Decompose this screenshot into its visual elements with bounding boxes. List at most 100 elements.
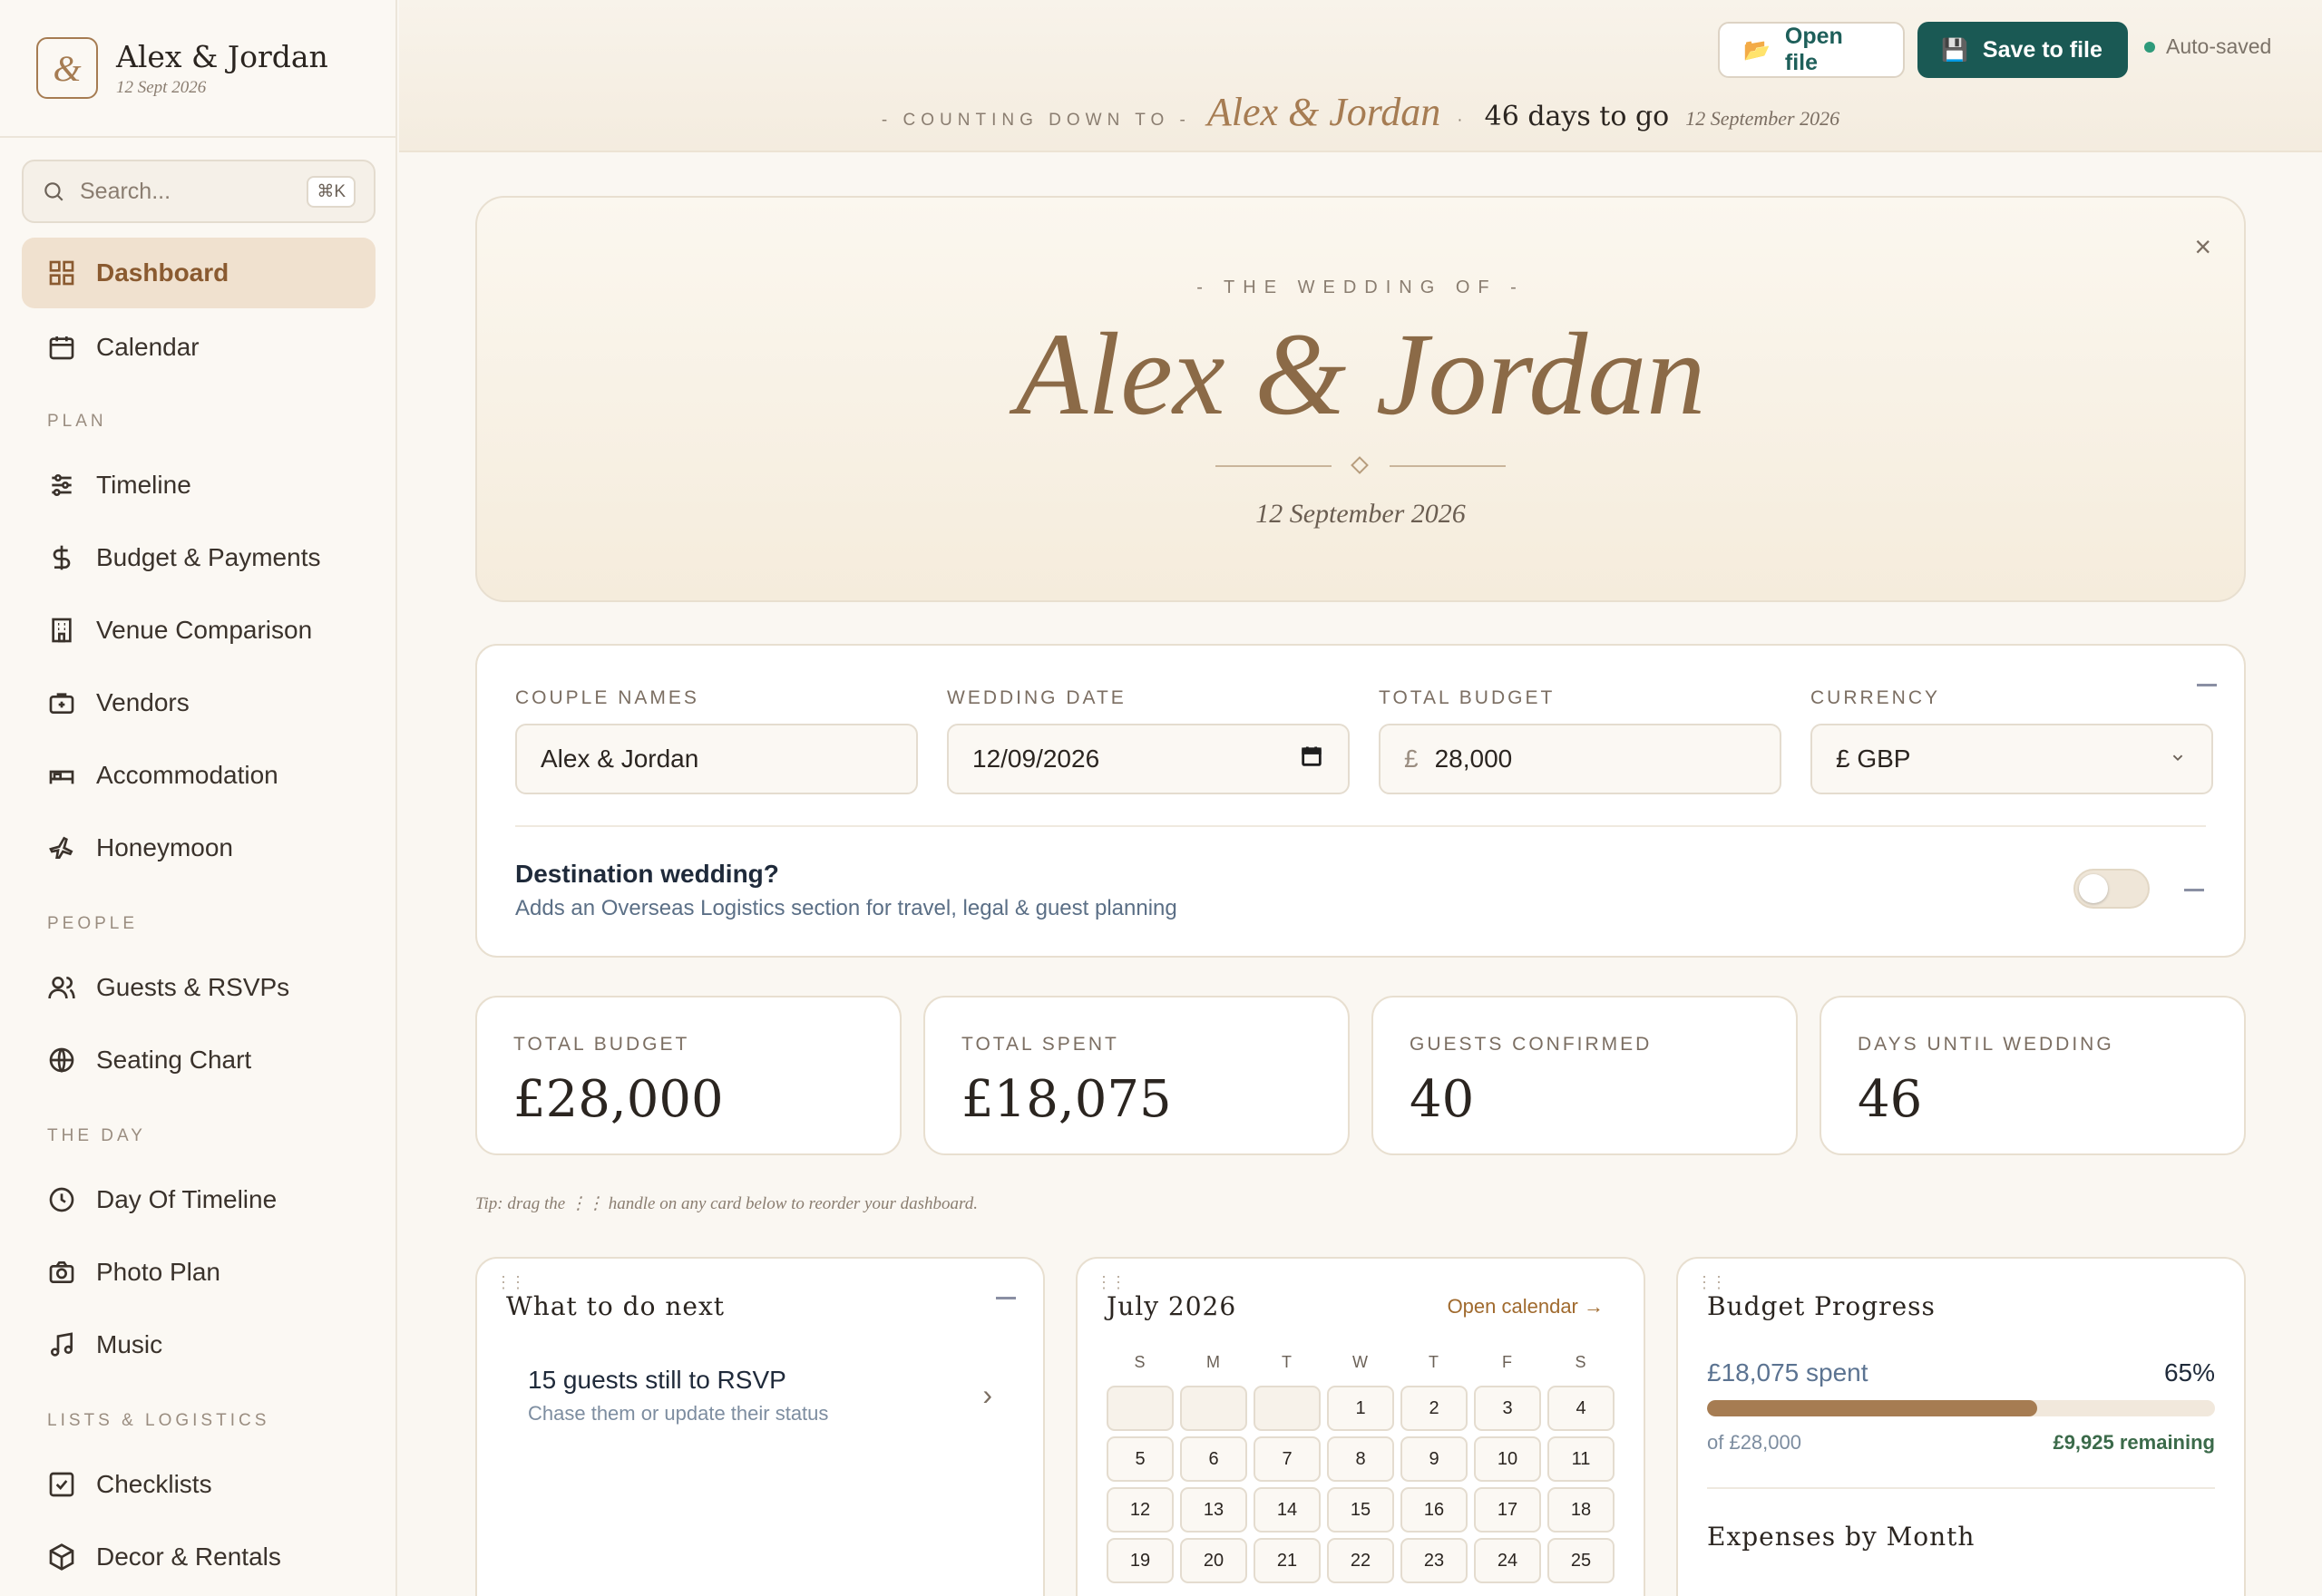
sidebar-item-seating[interactable]: Seating Chart bbox=[22, 1025, 376, 1095]
collapse-icon[interactable] bbox=[2197, 684, 2217, 686]
total-budget-input[interactable]: £ 28,000 bbox=[1379, 724, 1781, 794]
sidebar-item-budget[interactable]: Budget & Payments bbox=[22, 522, 376, 593]
calendar-day[interactable]: 14 bbox=[1254, 1487, 1321, 1533]
sidebar-item-decor[interactable]: Decor & Rentals bbox=[22, 1522, 376, 1592]
stat-value: 46 bbox=[1858, 1070, 1923, 1129]
calendar-day[interactable]: 3 bbox=[1474, 1386, 1541, 1431]
brand-name: Alex & Jordan bbox=[116, 38, 328, 74]
sidebar-item-photo[interactable]: Photo Plan bbox=[22, 1237, 376, 1308]
collapse-icon[interactable] bbox=[996, 1297, 1016, 1299]
expenses-title: Expenses by Month bbox=[1707, 1522, 1976, 1552]
todo-title: 15 guests still to RSVP bbox=[528, 1366, 786, 1394]
stat-label: TOTAL BUDGET bbox=[513, 1034, 690, 1055]
calendar-day[interactable]: 15 bbox=[1327, 1487, 1394, 1533]
clock-icon bbox=[49, 1187, 74, 1212]
sidebar-item-venue[interactable]: Venue Comparison bbox=[22, 595, 376, 666]
sidebar-item-accommodation[interactable]: Accommodation bbox=[22, 740, 376, 811]
budget-progress-bar bbox=[1707, 1400, 2215, 1416]
divider bbox=[515, 825, 2206, 827]
calendar-day[interactable]: 23 bbox=[1400, 1538, 1468, 1583]
sidebar-item-calendar[interactable]: Calendar bbox=[22, 312, 376, 383]
calendar-day[interactable]: 9 bbox=[1400, 1436, 1468, 1482]
currency-select[interactable]: £ GBP bbox=[1810, 724, 2213, 794]
briefcase-icon bbox=[49, 693, 74, 714]
calendar-empty-cell bbox=[1180, 1386, 1247, 1431]
calendar-empty-cell bbox=[1107, 1386, 1174, 1431]
calendar-day[interactable]: 5 bbox=[1107, 1436, 1174, 1482]
calendar-day[interactable]: 8 bbox=[1327, 1436, 1394, 1482]
calendar-day[interactable]: 25 bbox=[1547, 1538, 1615, 1583]
topbar: 📂 Open file 💾 Save to file Auto-saved - … bbox=[399, 0, 2322, 152]
hero-date: 12 September 2026 bbox=[1255, 499, 1466, 529]
calendar-day[interactable]: 16 bbox=[1400, 1487, 1468, 1533]
countdown-days: 46 days to go bbox=[1484, 101, 1670, 132]
sidebar-item-label: Day Of Timeline bbox=[96, 1185, 278, 1213]
search-icon bbox=[44, 182, 63, 201]
save-file-button[interactable]: 💾 Save to file bbox=[1917, 22, 2128, 78]
calendar-day[interactable]: 12 bbox=[1107, 1487, 1174, 1533]
calendar-day[interactable]: 10 bbox=[1474, 1436, 1541, 1482]
brand-date: 12 Sept 2026 bbox=[116, 77, 207, 97]
drag-handle-icon[interactable]: ⋮⋮ bbox=[495, 1273, 526, 1292]
budget-progress-widget: ⋮⋮ Budget Progress £18,075 spent 65% of … bbox=[1676, 1257, 2246, 1596]
calendar-day[interactable]: 20 bbox=[1180, 1538, 1247, 1583]
calendar-day[interactable]: 11 bbox=[1547, 1436, 1615, 1482]
autosave-status: Auto-saved bbox=[2144, 34, 2271, 59]
destination-toggle[interactable] bbox=[2073, 869, 2150, 909]
calendar-day[interactable]: 6 bbox=[1180, 1436, 1247, 1482]
calendar-day[interactable]: 17 bbox=[1474, 1487, 1541, 1533]
music-icon bbox=[51, 1332, 73, 1357]
calendar-day[interactable]: 2 bbox=[1400, 1386, 1468, 1431]
collapse-icon[interactable] bbox=[2184, 889, 2204, 891]
camera-icon bbox=[49, 1261, 74, 1283]
drag-handle-icon[interactable]: ⋮⋮ bbox=[1696, 1273, 1727, 1292]
chevron-down-icon bbox=[2168, 745, 2188, 774]
calendar-day[interactable]: 1 bbox=[1327, 1386, 1394, 1431]
sidebar-item-honeymoon[interactable]: Honeymoon bbox=[22, 813, 376, 883]
total-budget-label: TOTAL BUDGET bbox=[1379, 687, 1556, 708]
open-calendar-link[interactable]: Open calendar → bbox=[1448, 1295, 1604, 1319]
stat-value: £18,075 bbox=[961, 1070, 1172, 1129]
calendar-day[interactable]: 19 bbox=[1107, 1538, 1174, 1583]
sidebar-item-timeline[interactable]: Timeline bbox=[22, 450, 376, 521]
calendar-day[interactable]: 24 bbox=[1474, 1538, 1541, 1583]
drag-handle-icon[interactable]: ⋮⋮ bbox=[1096, 1273, 1127, 1292]
sliders-icon bbox=[52, 474, 72, 496]
sidebar-item-dashboard[interactable]: Dashboard bbox=[22, 238, 376, 308]
box-icon bbox=[49, 1543, 74, 1571]
sidebar-item-label: Vendors bbox=[96, 688, 190, 716]
open-file-button[interactable]: 📂 Open file bbox=[1718, 22, 1905, 78]
calendar-month: July 2026 bbox=[1107, 1291, 1237, 1321]
search-input[interactable]: Search... ⌘K bbox=[22, 160, 376, 223]
calendar-day[interactable]: 13 bbox=[1180, 1487, 1247, 1533]
calendar-picker-icon[interactable] bbox=[1299, 744, 1324, 775]
sidebar-item-checklists[interactable]: Checklists bbox=[22, 1449, 376, 1520]
dashboard-tip: Tip: drag the ⋮⋮ handle on any card belo… bbox=[475, 1194, 978, 1213]
brand-logo: & bbox=[36, 37, 98, 99]
calendar-day[interactable]: 22 bbox=[1327, 1538, 1394, 1583]
couple-names-input[interactable]: Alex & Jordan bbox=[515, 724, 918, 794]
sidebar-item-guests[interactable]: Guests & RSVPs bbox=[22, 952, 376, 1023]
wedding-date-label: WEDDING DATE bbox=[947, 687, 1127, 708]
sidebar-item-music[interactable]: Music bbox=[22, 1309, 376, 1380]
calendar-empty-cell bbox=[1254, 1386, 1321, 1431]
brand[interactable]: & Alex & Jordan 12 Sept 2026 bbox=[0, 0, 395, 138]
sidebar-item-vendors[interactable]: Vendors bbox=[22, 667, 376, 738]
widget-title: Budget Progress bbox=[1707, 1291, 1936, 1321]
wedding-date-input[interactable]: 12/09/2026 bbox=[947, 724, 1350, 794]
calendar-day[interactable]: 7 bbox=[1254, 1436, 1321, 1482]
close-icon[interactable]: × bbox=[2194, 230, 2211, 264]
budget-progress-fill bbox=[1707, 1400, 2037, 1416]
destination-title: Destination wedding? bbox=[515, 860, 779, 888]
calendar-day[interactable]: 4 bbox=[1547, 1386, 1615, 1431]
divider bbox=[1707, 1487, 2215, 1489]
stat-label: TOTAL SPENT bbox=[961, 1034, 1119, 1055]
calendar-day[interactable]: 21 bbox=[1254, 1538, 1321, 1583]
sidebar-item-label: Music bbox=[96, 1330, 163, 1358]
sidebar-item-day-timeline[interactable]: Day Of Timeline bbox=[22, 1164, 376, 1235]
chevron-right-icon[interactable]: › bbox=[982, 1378, 992, 1412]
budget-remaining: £9,925 remaining bbox=[2053, 1431, 2215, 1454]
todo-item[interactable]: 15 guests still to RSVP Chase them or up… bbox=[528, 1366, 828, 1426]
hero-names: Alex & Jordan bbox=[1015, 309, 1706, 440]
calendar-day[interactable]: 18 bbox=[1547, 1487, 1615, 1533]
